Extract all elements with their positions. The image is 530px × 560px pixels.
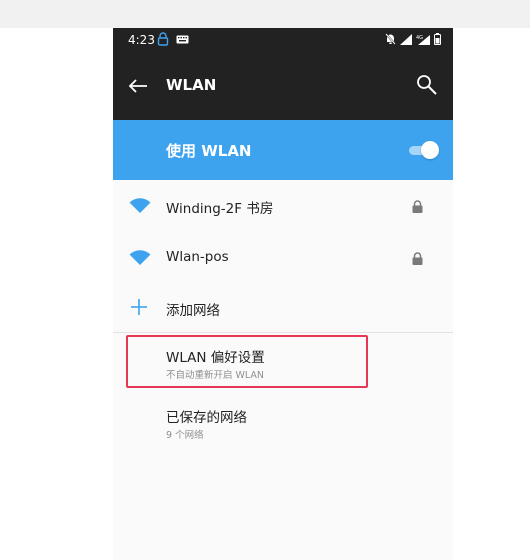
status-time: 4:23	[128, 33, 155, 47]
keyboard-icon	[176, 35, 189, 43]
saved-networks-subtitle: 9 个网络	[166, 430, 204, 441]
lock-icon	[412, 200, 423, 213]
wlan-toggle-row[interactable]: 使用 WLAN	[113, 120, 453, 180]
status-bar: 4:23 4G	[113, 28, 453, 54]
wifi-icon	[129, 250, 151, 265]
network-name: Winding-2F 书房	[166, 201, 274, 217]
wifi-icon	[129, 198, 151, 213]
phone-screen: 4:23 4G WLAN 使用 WLAN Winding-2F 书房 Wlan-…	[113, 28, 453, 560]
search-icon[interactable]	[415, 73, 439, 97]
add-network-item[interactable]: 添加网络	[113, 284, 453, 332]
app-bar: WLAN	[113, 54, 453, 120]
signal-icon	[400, 33, 412, 45]
plus-icon	[131, 299, 147, 315]
wlan-preferences-item[interactable]: WLAN 偏好设置 不自动重新开启 WLAN	[113, 333, 453, 393]
mute-icon	[385, 33, 396, 45]
signal-4g-icon: 4G	[416, 34, 430, 45]
network-list: Winding-2F 书房 Wlan-pos 添加网络 WLAN 偏好设置 不自…	[113, 180, 453, 453]
page-title: WLAN	[166, 76, 217, 94]
wlan-toggle-label: 使用 WLAN	[166, 142, 252, 160]
network-item[interactable]: Winding-2F 书房	[113, 180, 453, 232]
vpn-lock-icon	[157, 32, 169, 46]
wlan-preferences-title: WLAN 偏好设置	[166, 350, 265, 366]
saved-networks-item[interactable]: 已保存的网络 9 个网络	[113, 393, 453, 453]
toggle-thumb	[421, 141, 439, 159]
battery-icon	[434, 33, 441, 45]
lock-icon	[412, 252, 423, 265]
top-band	[0, 0, 530, 28]
back-arrow-icon[interactable]	[127, 75, 149, 97]
svg-text:4G: 4G	[416, 35, 423, 41]
wlan-preferences-subtitle: 不自动重新开启 WLAN	[166, 370, 265, 381]
wlan-toggle-switch[interactable]	[409, 140, 439, 160]
network-item[interactable]: Wlan-pos	[113, 232, 453, 284]
saved-networks-title: 已保存的网络	[166, 410, 247, 426]
network-name: Wlan-pos	[166, 249, 229, 265]
add-network-label: 添加网络	[166, 303, 220, 319]
